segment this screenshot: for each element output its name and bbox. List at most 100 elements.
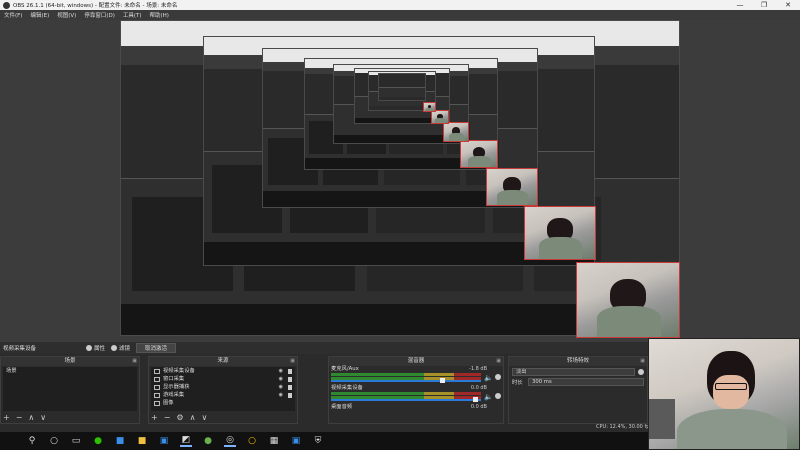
minimize-button[interactable]: — [728,0,752,10]
scenes-dock-title: 场景 ▣ [1,357,139,366]
dock-float-icon[interactable]: ▣ [640,357,645,366]
move-scene-up-button[interactable]: ∧ [28,413,34,422]
filter-icon [111,345,118,351]
explorer-icon[interactable]: ■ [136,435,148,447]
source-item[interactable]: 窗口采集 ◉ [151,375,295,383]
transitions-dock: 转场特效 ▣ 淡出 时长 300 ms [508,356,648,424]
mixer-channel: 麦克风/Aux -1.8 dB 🔈 [331,366,501,385]
dock-float-icon[interactable]: ▣ [290,357,295,366]
level-meter [331,373,481,376]
menu-help[interactable]: 帮助(H) [150,11,169,19]
mixer-channel: 视频采集设备 0.0 dB 🔈 [331,385,501,404]
volume-slider-handle[interactable] [439,378,445,383]
transition-select[interactable]: 淡出 [512,367,635,376]
close-button[interactable]: ✕ [776,0,800,10]
visibility-eye-icon[interactable]: ◉ [279,391,283,399]
menu-edit[interactable]: 编辑(E) [30,11,49,19]
duration-label: 时长 [512,379,523,386]
level-meter [331,392,481,395]
mixer-dock-title: 混音器 ▣ [329,357,503,366]
remove-scene-button[interactable]: − [16,413,23,422]
gear-icon[interactable] [638,368,644,375]
duration-input[interactable]: 300 ms [528,377,644,386]
lock-icon[interactable] [288,392,292,398]
mail-icon[interactable]: ■ [114,435,126,447]
cortana-icon[interactable]: ○ [48,435,60,447]
store-icon[interactable]: ▣ [158,435,170,447]
speaker-icon[interactable]: 🔈 [484,374,493,382]
calculator-icon[interactable]: ▦ [268,435,280,447]
lock-icon[interactable] [288,384,292,390]
task-view-icon[interactable]: ▭ [70,435,82,447]
sources-footer: + − ⚙ ∧ ∨ [151,412,213,422]
window-title: OBS 26.1.1 (64-bit, windows) - 配置文件: 未命名… [13,3,178,9]
add-scene-button[interactable]: + [3,413,10,422]
menu-tools[interactable]: 工具(T) [123,11,142,19]
webcam-source-nested [486,168,538,206]
scene-item[interactable]: 场景 [3,367,137,375]
lock-icon[interactable] [288,368,292,374]
source-item[interactable]: 显示器捕获 ◉ [151,383,295,391]
menu-docks[interactable]: 停靠窗口(D) [84,11,115,19]
deactivate-button[interactable]: 取消激活 [136,343,177,353]
source-toolbar: 视频采集设备 属性 滤镜 取消激活 [0,342,648,354]
source-item[interactable]: 视频采集设备 ◉ [151,367,295,375]
webcam-source-nested [524,206,596,260]
volume-slider[interactable] [331,380,481,382]
photos-icon[interactable]: ▣ [290,435,302,447]
properties-button[interactable]: 属性 [86,344,105,352]
norton-icon[interactable]: ○ [246,435,258,447]
volume-slider-handle[interactable] [473,397,479,402]
sources-dock-title: 来源 ▣ [149,357,297,366]
webcam-source-selected[interactable] [576,262,680,338]
source-item[interactable]: 游戏采集 ◉ [151,391,295,399]
wechat-icon[interactable]: ● [92,435,104,447]
move-scene-down-button[interactable]: ∨ [40,413,46,422]
move-source-up-button[interactable]: ∧ [190,413,196,422]
visibility-eye-icon[interactable]: ◉ [279,367,283,375]
image-icon [154,400,160,406]
speaker-icon[interactable]: 🔈 [484,393,493,401]
visibility-eye-icon[interactable]: ◉ [279,375,283,383]
filters-button[interactable]: 滤镜 [111,344,130,352]
chrome-icon[interactable]: ● [202,435,214,447]
webcam-source-nested [431,110,449,124]
transition-select-row: 淡出 [512,367,644,376]
scenes-dock: 场景 ▣ 场景 + − ∧ ∨ [0,356,140,424]
search-icon[interactable]: ⚲ [26,435,38,447]
move-source-down-button[interactable]: ∨ [201,413,207,422]
scenes-list: 场景 [3,367,137,411]
webcam-source-nested [443,122,469,142]
dock-float-icon[interactable]: ▣ [496,357,501,366]
scenes-footer: + − ∧ ∨ [3,412,52,422]
visibility-eye-icon[interactable]: ◉ [279,383,283,391]
webcam-source-nested [423,102,436,112]
source-properties-button[interactable]: ⚙ [176,413,183,422]
dock-float-icon[interactable]: ▣ [132,357,137,366]
maximize-button[interactable]: ❐ [752,0,776,10]
menu-bar: 文件(F) 编辑(E) 视图(V) 停靠窗口(D) 工具(T) 帮助(H) [0,10,800,20]
source-item[interactable]: 图像 [151,399,295,407]
obs-icon[interactable]: ◎ [224,435,236,447]
transition-duration-row: 时长 300 ms [512,377,644,386]
windows-start-icon[interactable] [6,436,16,446]
gear-icon[interactable] [495,374,501,380]
steam-icon[interactable]: ◩ [180,435,192,447]
window-titlebar: OBS 26.1.1 (64-bit, windows) - 配置文件: 未命名… [0,0,800,10]
webcam-overlay [648,338,800,450]
menu-file[interactable]: 文件(F) [4,11,22,19]
obs-logo-icon [3,1,10,9]
remove-source-button[interactable]: − [164,413,171,422]
windows-taskbar: ⚲ ○ ▭ ● ■ ■ ▣ ◩ ● ◎ ○ ▦ ▣ ⛨ [0,432,648,450]
add-source-button[interactable]: + [151,413,158,422]
gear-icon[interactable] [495,393,501,399]
gear-icon [86,345,93,351]
mixer-channel: 桌面音频 0.0 dB [331,404,501,423]
lock-icon[interactable] [288,376,292,382]
volume-slider[interactable] [331,399,481,401]
shield-icon[interactable]: ⛨ [312,435,324,447]
sources-list: 视频采集设备 ◉ 窗口采集 ◉ 显示器捕获 ◉ 游戏采集 ◉ 图像 [151,367,295,411]
gamepad-icon [154,392,160,398]
menu-view[interactable]: 视图(V) [57,11,76,19]
preview-canvas[interactable] [0,20,800,342]
